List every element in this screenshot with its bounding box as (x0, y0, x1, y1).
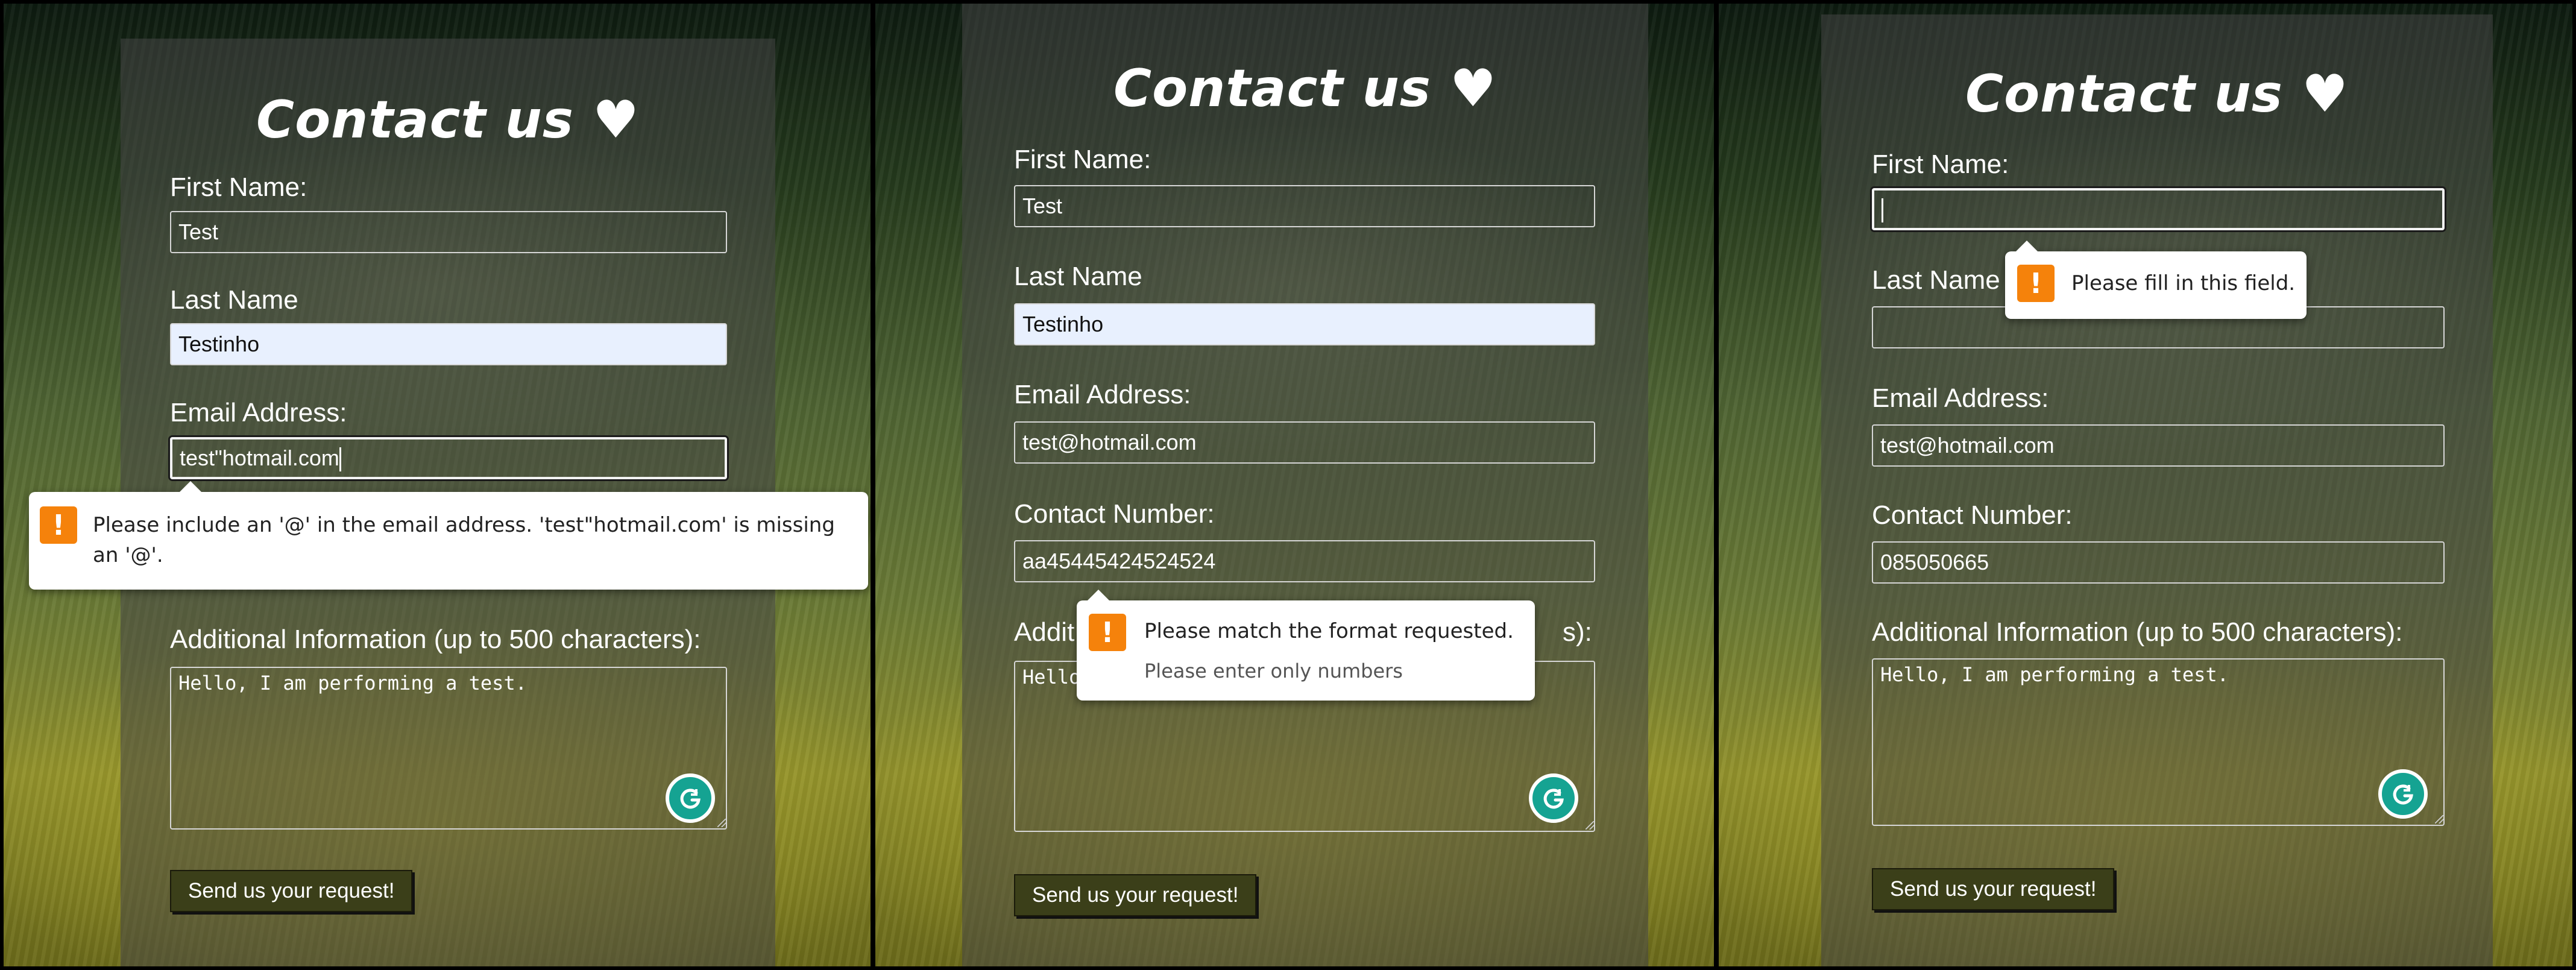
grammarly-button[interactable] (2378, 769, 2428, 819)
text-caret (339, 447, 341, 472)
tooltip-message: Please include an '@' in the email addre… (93, 513, 835, 567)
submit-button[interactable]: Send us your request! (1872, 868, 2115, 910)
last-name-label: Last Name (170, 285, 298, 315)
email-input[interactable]: test"hotmail.com (170, 437, 727, 479)
additional-info-textarea[interactable]: Hello, I am performing a test. (170, 667, 727, 830)
tooltip-arrow (1088, 590, 1109, 600)
resize-handle[interactable] (2435, 815, 2443, 824)
first-name-input[interactable]: Test (170, 211, 727, 253)
first-name-input[interactable] (1872, 188, 2445, 230)
tooltip-arrow (180, 481, 201, 492)
last-name-input[interactable]: Testinho (170, 323, 727, 365)
additional-info-label-start: Addit (1014, 617, 1075, 647)
email-label: Email Address: (1872, 383, 2049, 413)
tooltip-detail: Please enter only numbers (1144, 660, 1403, 682)
page-title: Contact us ♥ (256, 90, 640, 150)
contact-number-input[interactable]: 085050665 (1872, 541, 2445, 584)
contact-number-label: Contact Number: (1014, 499, 1215, 529)
validation-tooltip: ! Please match the format requested. Ple… (1077, 590, 1535, 701)
submit-button[interactable]: Send us your request! (1014, 874, 1257, 916)
grammarly-button[interactable] (666, 773, 715, 823)
tooltip-message: Please fill in this field. (2071, 271, 2296, 295)
validation-tooltip: ! Please fill in this field. (2005, 241, 2307, 319)
contact-number-label: Contact Number: (1872, 500, 2073, 530)
last-name-label: Last Name (1872, 265, 2000, 295)
warning-icon: ! (2017, 265, 2055, 302)
contact-form-card: Contact us ♥ First Name: Test Last Name … (962, 4, 1648, 966)
first-name-label: First Name: (1872, 150, 2009, 179)
page-title: Contact us ♥ (1965, 64, 2349, 124)
validation-tooltip: ! Please include an '@' in the email add… (29, 481, 868, 590)
resize-handle[interactable] (717, 819, 726, 827)
grammarly-icon (1543, 789, 1564, 809)
email-input[interactable]: test@hotmail.com (1014, 421, 1595, 464)
contact-form-card: Contact us ♥ First Name: Last Name Email… (1821, 14, 2493, 966)
resize-handle[interactable] (1586, 821, 1594, 830)
email-label: Email Address: (1014, 380, 1191, 409)
additional-info-textarea[interactable]: Hello, I am performing a test. (1872, 658, 2445, 826)
first-name-label: First Name: (1014, 145, 1151, 174)
tooltip-message: Please match the format requested. (1144, 619, 1514, 643)
last-name-input[interactable]: Testinho (1014, 303, 1595, 345)
submit-button[interactable]: Send us your request! (170, 870, 413, 912)
first-name-input[interactable]: Test (1014, 185, 1595, 227)
email-label: Email Address: (170, 398, 347, 427)
screenshot-panel-2: Contact us ♥ First Name: Test Last Name … (875, 4, 1714, 966)
page-title: Contact us ♥ (1113, 58, 1497, 119)
warning-icon: ! (1089, 614, 1126, 651)
tooltip-arrow (2016, 241, 2038, 251)
last-name-label: Last Name (1014, 262, 1142, 291)
additional-info-label-end: s): (1563, 617, 1592, 647)
grammarly-icon (680, 789, 701, 809)
screenshot-panel-1: Contact us ♥ First Name: Test Last Name … (4, 4, 871, 966)
warning-icon: ! (40, 506, 77, 544)
contact-number-input[interactable]: aa45445424524524 (1014, 540, 1595, 582)
email-value: test"hotmail.com (180, 446, 339, 470)
additional-info-label: Additional Information (up to 500 charac… (1872, 617, 2403, 647)
grammarly-icon (2393, 784, 2413, 805)
grammarly-button[interactable] (1529, 773, 1578, 823)
email-input[interactable]: test@hotmail.com (1872, 424, 2445, 467)
first-name-label: First Name: (170, 172, 307, 202)
text-caret (1882, 198, 1883, 223)
screenshot-panel-3: Contact us ♥ First Name: Last Name Email… (1719, 4, 2572, 966)
additional-info-label: Additional Information (up to 500 charac… (170, 625, 701, 654)
